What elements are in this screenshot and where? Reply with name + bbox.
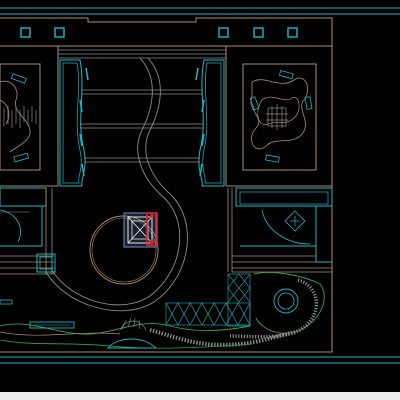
top-pillars xyxy=(20,27,298,38)
right-pavilion xyxy=(227,187,333,273)
selected-pavilion-block xyxy=(123,212,158,248)
left-garden-bed xyxy=(0,63,41,171)
site-boundary xyxy=(0,17,333,353)
status-bar xyxy=(0,392,400,400)
cad-viewport[interactable] xyxy=(0,0,400,392)
right-garden-bed xyxy=(242,63,317,171)
central-pergola xyxy=(45,57,225,312)
left-pavilion xyxy=(0,187,56,275)
lattice-paving xyxy=(165,273,251,327)
stepping-stone-path xyxy=(149,328,297,347)
site-plan-drawing xyxy=(0,7,400,364)
top-paving-lines xyxy=(58,49,226,59)
